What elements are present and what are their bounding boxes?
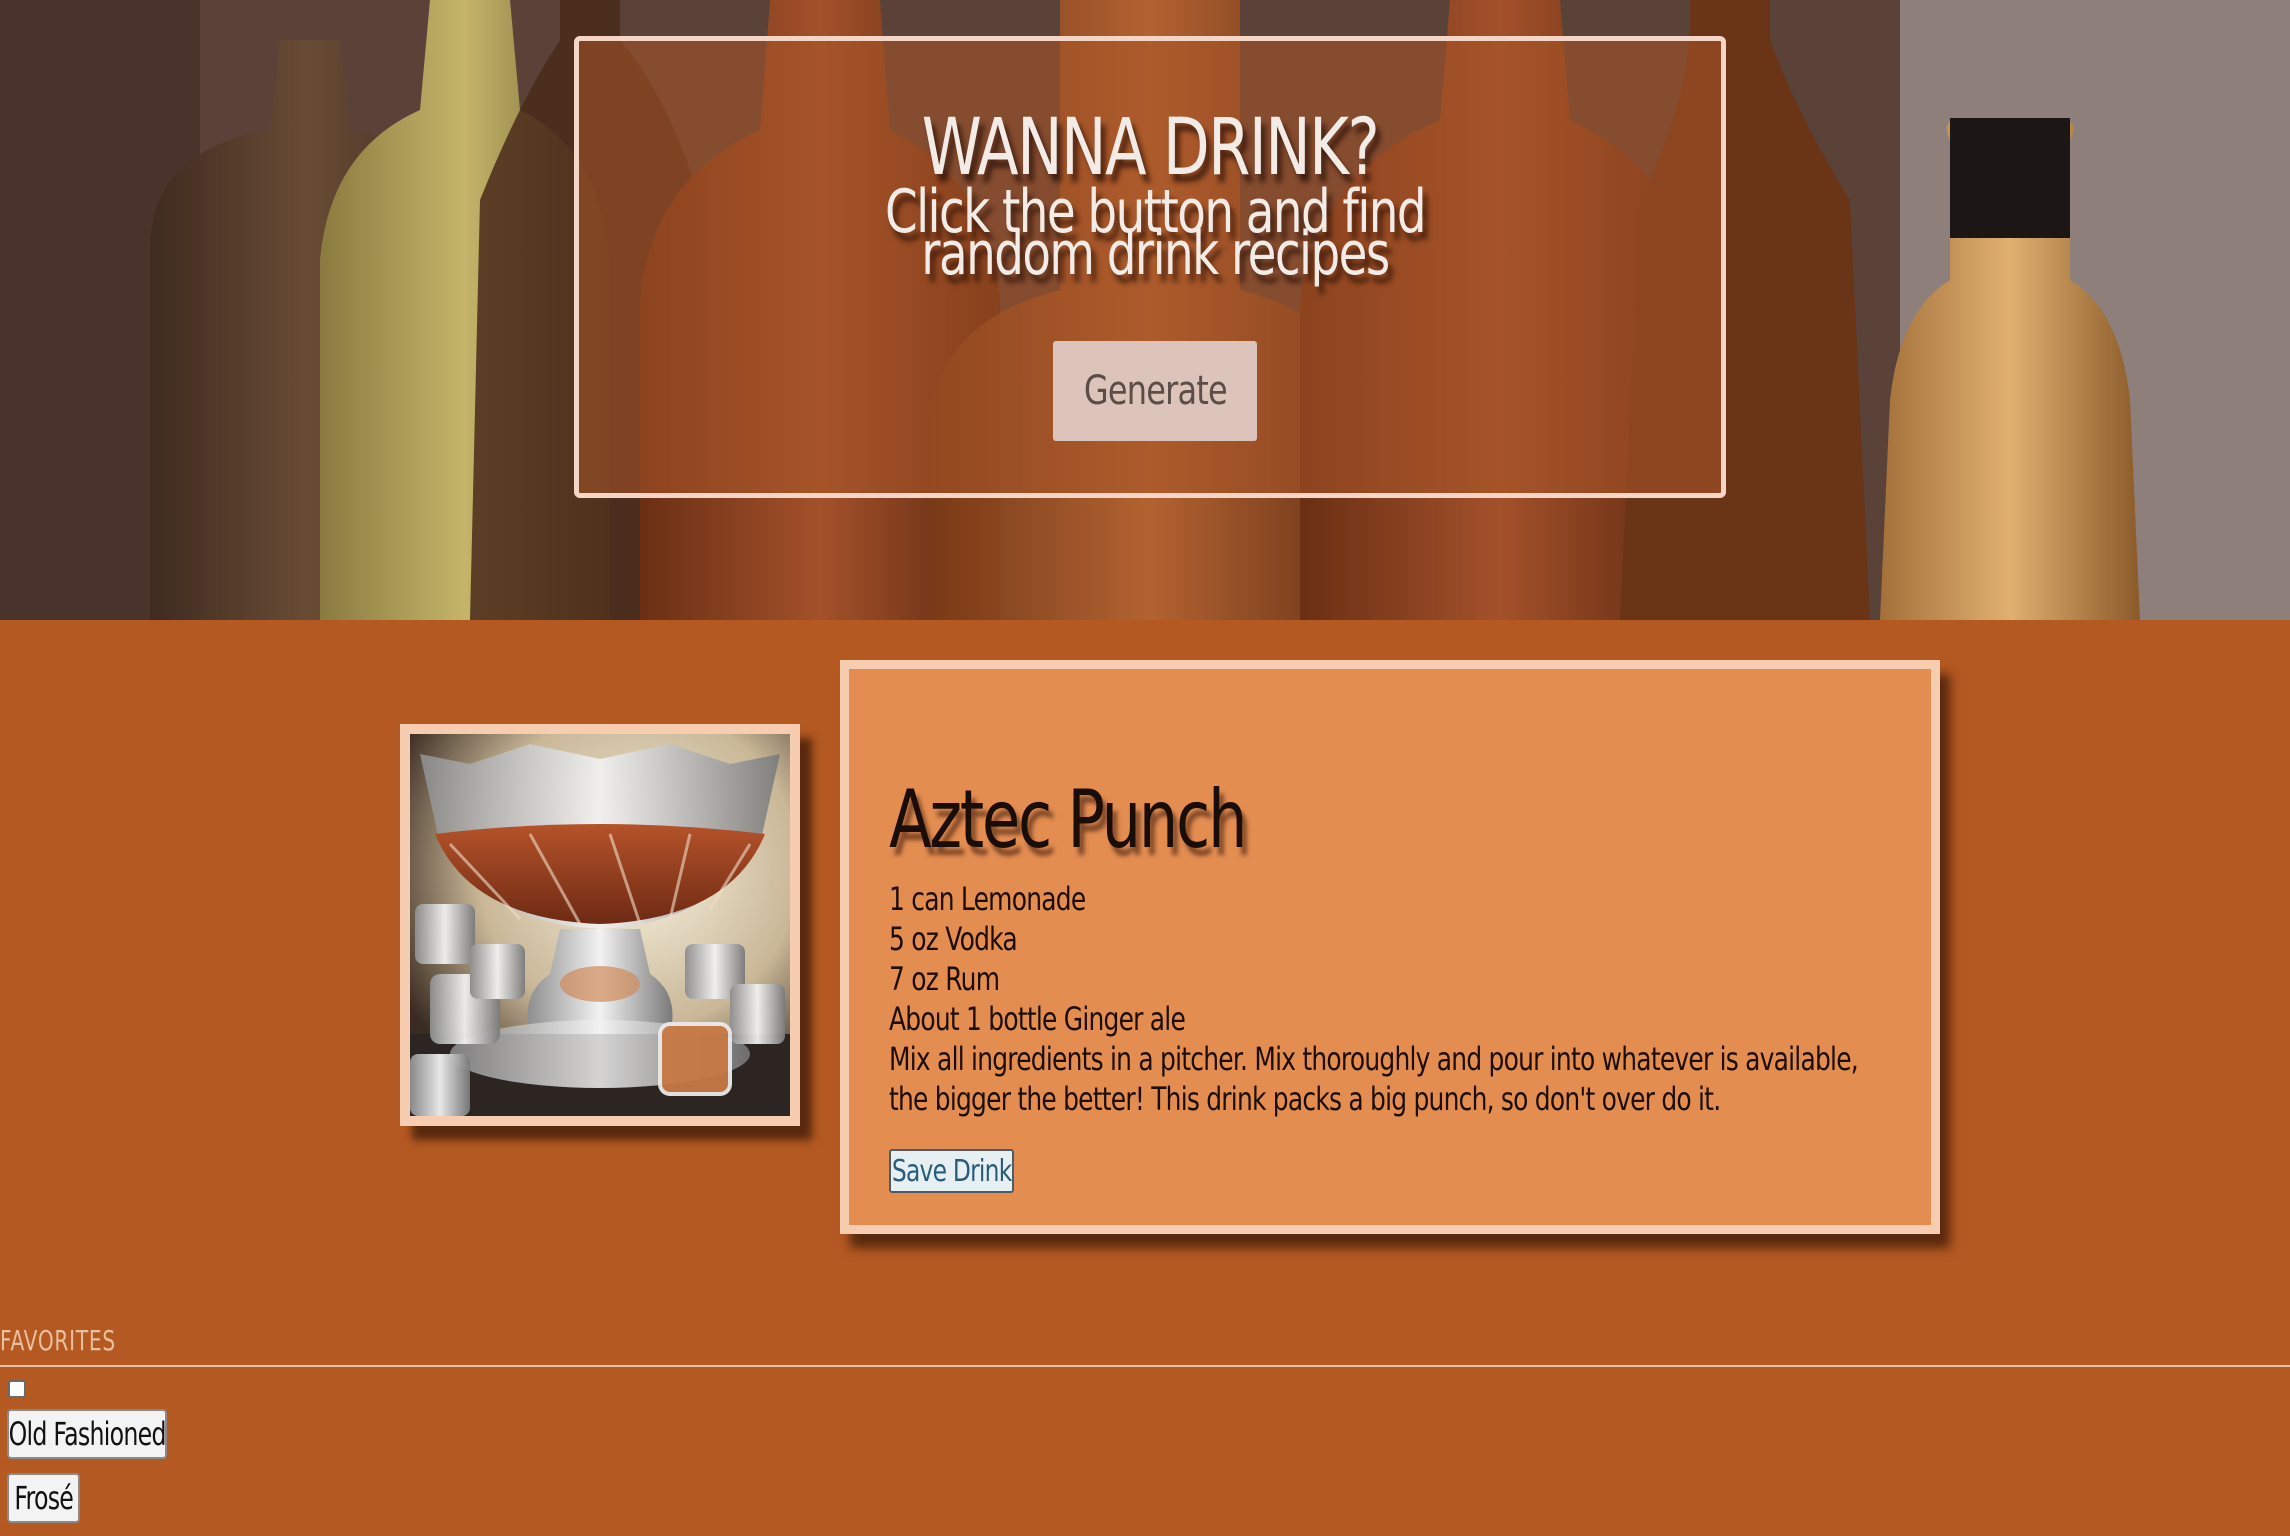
hero-card: WANNA DRINK? Click the button and find r…	[574, 36, 1726, 498]
generate-button[interactable]: Generate	[1053, 341, 1257, 441]
drink-photo-frame	[410, 734, 790, 1116]
favorites-checkbox[interactable]	[8, 1380, 26, 1398]
ingredient-item: 5 oz Vodka	[889, 920, 1018, 958]
drink-instructions: Mix all ingredients in a pitcher. Mix th…	[889, 1040, 1859, 1118]
generate-button-label: Generate	[1083, 368, 1227, 414]
page: WANNA DRINK? Click the button and find r…	[0, 0, 2290, 1536]
ingredient-list: 1 can Lemonade 5 oz Vodka 7 oz Rum About…	[889, 879, 1879, 1119]
drink-image	[400, 724, 800, 1126]
drink-name: Aztec Punch	[889, 773, 1248, 866]
drink-card: Aztec Punch 1 can Lemonade 5 oz Vodka 7 …	[840, 660, 1940, 1234]
favorite-item-button[interactable]: Old Fashioned	[7, 1409, 167, 1459]
punch-bowl-image	[410, 734, 790, 1116]
ingredient-item: About 1 bottle Ginger ale	[889, 1000, 1186, 1038]
favorites-legend: FAVORITES	[0, 1324, 116, 1357]
save-drink-button[interactable]: Save Drink	[889, 1149, 1014, 1193]
favorites-divider	[0, 1365, 2290, 1367]
ingredient-item: 7 oz Rum	[889, 960, 1000, 998]
favorite-item-label: Frosé	[14, 1479, 74, 1517]
save-drink-label: Save Drink	[891, 1153, 1012, 1189]
hero-subtitle: Click the button and find random drink r…	[884, 177, 1427, 289]
ingredient-item: 1 can Lemonade	[889, 880, 1086, 918]
favorite-item-label: Old Fashioned	[8, 1415, 166, 1453]
favorite-item-button[interactable]: Frosé	[7, 1473, 80, 1523]
hero-banner: WANNA DRINK? Click the button and find r…	[0, 0, 2290, 620]
